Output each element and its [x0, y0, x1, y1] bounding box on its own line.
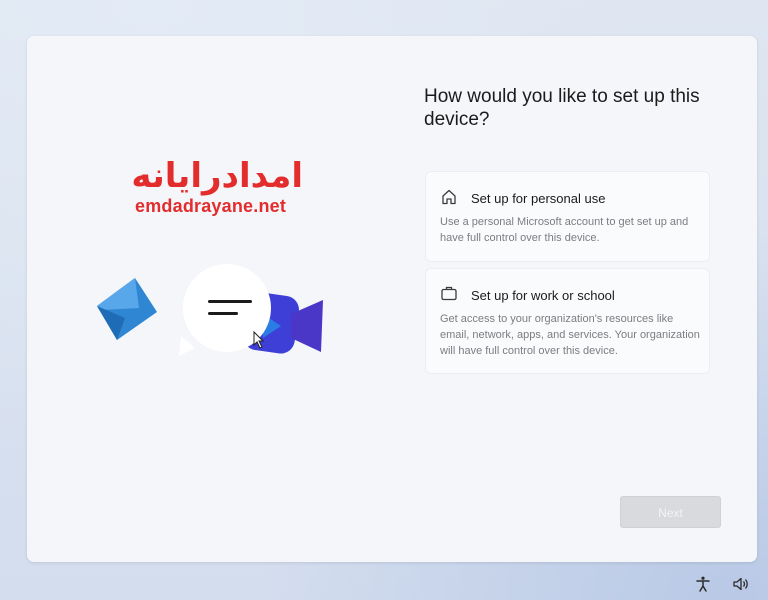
next-button[interactable]: Next [620, 496, 721, 528]
brand-domain: emdadrayane.net [135, 196, 287, 216]
work-school-option[interactable]: Set up for work or school Get access to … [426, 269, 709, 373]
option-title: Set up for work or school [471, 288, 615, 303]
option-description: Get access to your organization's resour… [440, 313, 700, 357]
brand-name-persian: امدادرایانه [131, 156, 303, 196]
briefcase-icon [441, 286, 457, 301]
volume-icon[interactable] [732, 575, 750, 593]
accessibility-icon[interactable] [694, 575, 712, 593]
mouse-cursor-icon [253, 331, 265, 349]
option-description: Use a personal Microsoft account to get … [440, 216, 689, 244]
setup-question: How would you like to set up this device… [424, 86, 700, 130]
oobe-panel: امدادرایانه emdadrayane.net How would yo… [27, 36, 757, 562]
communication-illustration [97, 264, 323, 356]
option-title: Set up for personal use [471, 191, 606, 206]
mail-icon [97, 278, 157, 340]
home-icon [442, 189, 456, 205]
personal-use-option[interactable]: Set up for personal use Use a personal M… [426, 172, 709, 261]
